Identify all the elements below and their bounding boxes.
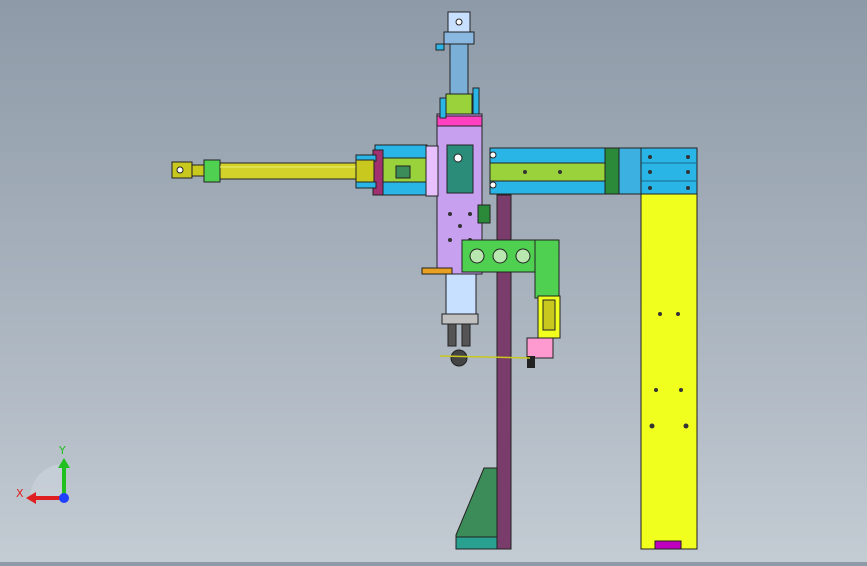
axis-triad: X Y (16, 444, 70, 504)
x-axis-label: X (16, 487, 24, 500)
vertical-cylinder[interactable] (435, 11, 480, 119)
support-column[interactable] (640, 193, 698, 550)
gripper-arm[interactable] (526, 295, 561, 368)
y-axis-label: Y (58, 444, 66, 457)
lower-gripper[interactable] (439, 273, 531, 367)
base-block[interactable] (455, 467, 498, 550)
z-axis-icon (59, 493, 69, 503)
pneumatic-cylinder[interactable] (171, 159, 375, 183)
horizontal-beam[interactable] (489, 147, 698, 195)
cad-viewport[interactable]: X Y (0, 0, 867, 562)
cad-assembly-icon[interactable]: X Y (0, 0, 867, 562)
